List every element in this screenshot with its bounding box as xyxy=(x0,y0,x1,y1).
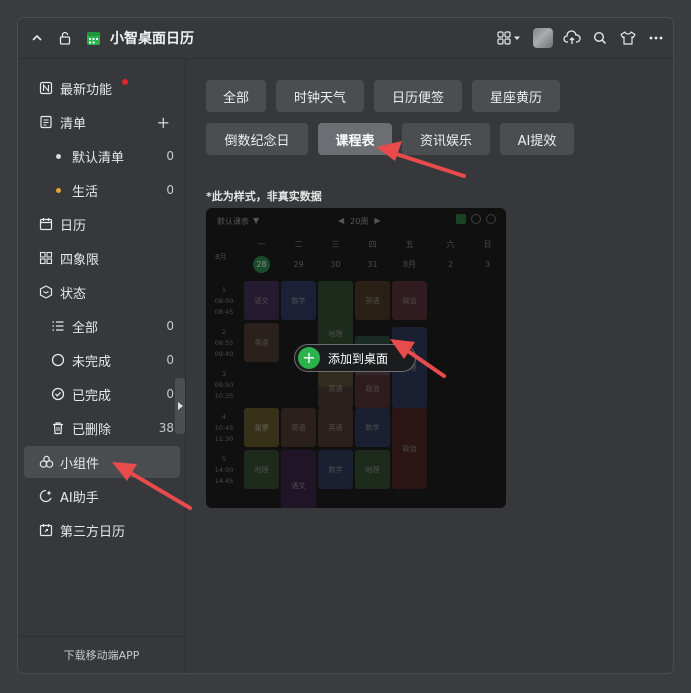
sidebar-item-label: 清单 xyxy=(60,116,87,132)
tab-class-schedule[interactable]: 课程表 xyxy=(318,123,392,155)
plus-circle-icon: + xyxy=(298,347,320,369)
item-count: 0 xyxy=(166,387,174,401)
lock-icon[interactable] xyxy=(56,29,74,47)
tab-ai-productivity[interactable]: AI提效 xyxy=(500,123,574,155)
ai-assistant-icon xyxy=(38,488,54,504)
app-window: 小智桌面日历 最新功能 清单 + 默认清单 0 生活 0 日历 四象限 状态 全… xyxy=(17,17,674,674)
download-mobile-app-link[interactable]: 下载移动端APP xyxy=(18,636,185,673)
tab-countdown-anniversary[interactable]: 倒数纪念日 xyxy=(206,123,308,155)
widget-panel: 全部 时钟天气 日历便签 星座黄历 倒数纪念日 课程表 资讯娱乐 AI提效 *此… xyxy=(186,58,673,673)
sidebar-item-ai-assistant[interactable]: AI助手 xyxy=(24,480,180,512)
sidebar-collapse-handle[interactable] xyxy=(175,378,185,434)
preview-disclaimer: *此为样式，非真实数据 xyxy=(206,190,322,203)
class-schedule-widget-preview[interactable]: 默认课表 ▼ ◀ 20周 ▶ 8月 一 28 二 29 三 30 四 31 五 8月六 2 日 3 1 08:0… xyxy=(206,208,506,508)
tab-horoscope-almanac[interactable]: 星座黄历 xyxy=(472,80,560,112)
sidebar-item-label: 已删除 xyxy=(72,422,112,438)
tab-news-entertainment[interactable]: 资讯娱乐 xyxy=(402,123,490,155)
sidebar-item-list[interactable]: 清单 + xyxy=(24,106,180,138)
sidebar-item-widgets[interactable]: 小组件 xyxy=(24,446,180,478)
bullet-icon xyxy=(50,148,66,164)
sidebar-item-label: 状态 xyxy=(60,286,87,302)
app-title: 小智桌面日历 xyxy=(110,31,194,47)
circle-icon xyxy=(50,352,66,368)
sidebar-item-label: 已完成 xyxy=(72,388,112,404)
sidebar-item-completed[interactable]: 已完成 0 xyxy=(24,378,180,410)
sidebar-item-label: 生活 xyxy=(72,184,99,200)
tab-all[interactable]: 全部 xyxy=(206,80,266,112)
sidebar-item-all[interactable]: 全部 0 xyxy=(24,310,180,342)
app-logo-icon xyxy=(84,29,102,47)
add-list-icon[interactable]: + xyxy=(157,113,170,132)
check-circle-icon xyxy=(50,386,66,402)
tab-clock-weather[interactable]: 时钟天气 xyxy=(276,80,364,112)
sidebar-item-label: 日历 xyxy=(60,218,87,234)
sidebar-item-calendar[interactable]: 日历 xyxy=(24,208,180,240)
third-party-calendar-icon xyxy=(38,522,54,538)
cloud-sync-icon[interactable] xyxy=(563,29,581,47)
search-icon[interactable] xyxy=(591,29,609,47)
chevron-up-icon[interactable] xyxy=(28,29,46,47)
trash-icon xyxy=(50,420,66,436)
sidebar-item-label: 四象限 xyxy=(60,252,100,268)
sidebar-item-label: 第三方日历 xyxy=(60,524,126,540)
sidebar-item-label: 默认清单 xyxy=(72,150,125,166)
sidebar-item-whats-new[interactable]: 最新功能 xyxy=(24,72,180,104)
tab-calendar-notes[interactable]: 日历便签 xyxy=(374,80,462,112)
add-to-desktop-button[interactable]: + 添加到桌面 xyxy=(294,344,416,372)
sidebar-item-deleted[interactable]: 已删除 38 xyxy=(24,412,180,444)
sidebar-item-label: 全部 xyxy=(72,320,99,336)
title-bar: 小智桌面日历 xyxy=(18,18,673,59)
add-to-desktop-label: 添加到桌面 xyxy=(328,351,389,366)
sidebar: 最新功能 清单 + 默认清单 0 生活 0 日历 四象限 状态 全部 0 未完成… xyxy=(18,58,186,673)
sidebar-item-status[interactable]: 状态 xyxy=(24,276,180,308)
list-icon xyxy=(38,114,54,130)
sidebar-item-label: AI助手 xyxy=(60,490,99,506)
more-icon[interactable] xyxy=(647,29,665,47)
widget-icon xyxy=(38,454,54,470)
sidebar-item-quadrant[interactable]: 四象限 xyxy=(24,242,180,274)
sidebar-item-label: 最新功能 xyxy=(60,82,113,98)
item-count: 0 xyxy=(166,149,174,163)
bullet-icon xyxy=(50,182,66,198)
calendar-icon xyxy=(38,216,54,232)
grid-menu-icon[interactable] xyxy=(497,29,523,47)
item-count: 38 xyxy=(158,421,174,435)
sidebar-item-label: 未完成 xyxy=(72,354,112,370)
status-icon xyxy=(38,284,54,300)
sidebar-item-label: 小组件 xyxy=(60,456,100,472)
news-icon xyxy=(38,80,54,96)
new-badge-dot xyxy=(122,79,128,85)
item-count: 0 xyxy=(166,353,174,367)
skin-shirt-icon[interactable] xyxy=(619,29,637,47)
sidebar-item-third-party-calendar[interactable]: 第三方日历 xyxy=(24,514,180,546)
item-count: 0 xyxy=(166,319,174,333)
sidebar-item-life[interactable]: 生活 0 xyxy=(24,174,180,206)
list-lines-icon xyxy=(50,318,66,334)
sidebar-item-default-list[interactable]: 默认清单 0 xyxy=(24,140,180,172)
quadrant-icon xyxy=(38,250,54,266)
item-count: 0 xyxy=(166,183,174,197)
avatar[interactable] xyxy=(533,28,553,48)
sidebar-item-incomplete[interactable]: 未完成 0 xyxy=(24,344,180,376)
